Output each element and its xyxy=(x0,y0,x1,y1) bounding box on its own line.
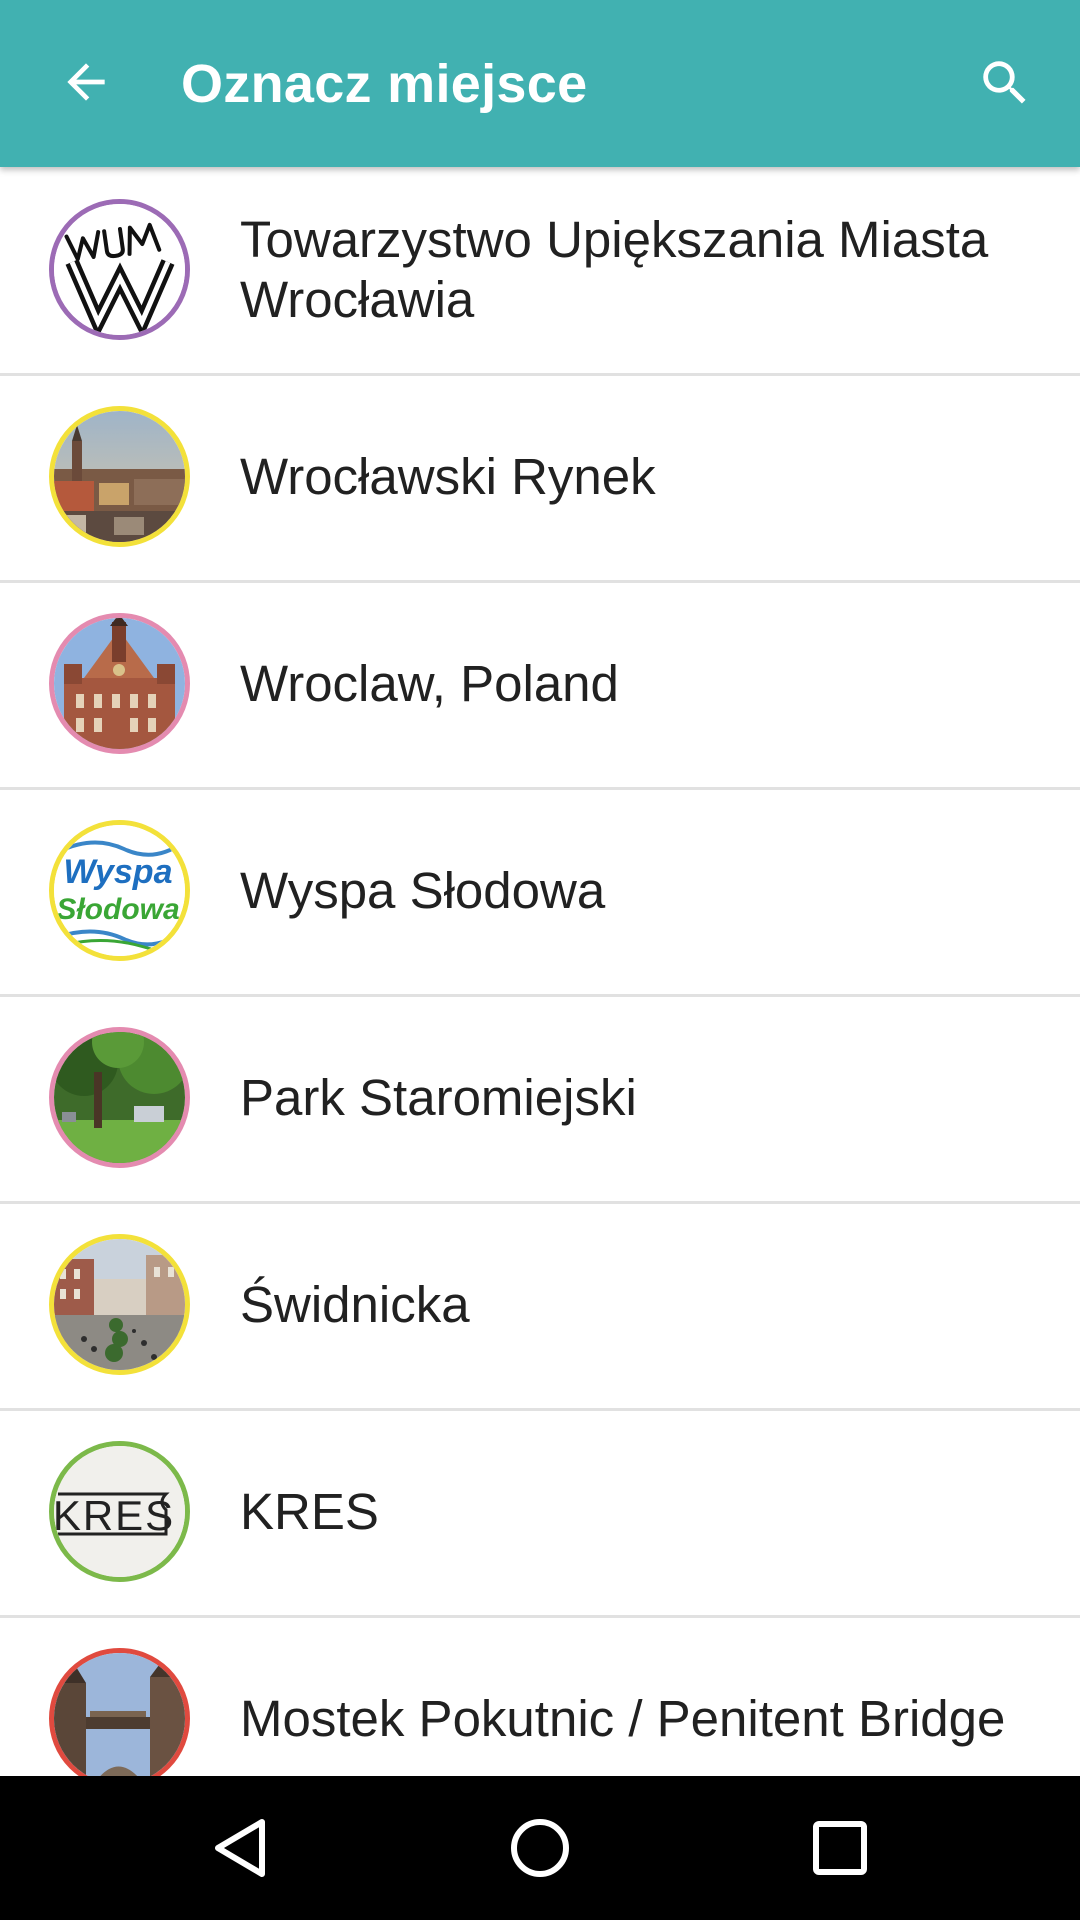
place-name: Świdnicka xyxy=(240,1276,470,1333)
place-name: Wrocławski Rynek xyxy=(240,448,656,505)
place-name: Wyspa Słodowa xyxy=(240,862,606,919)
place-name: Park Staromiejski xyxy=(240,1069,637,1126)
place-item[interactable]: Park Staromiejski xyxy=(0,995,1080,1204)
navigation-bar xyxy=(0,1776,1080,1920)
place-name: Mostek Pokutnic / Penitent Bridge xyxy=(240,1690,1006,1747)
place-item[interactable]: KRES KRES xyxy=(0,1409,1080,1618)
arrow-back-icon[interactable] xyxy=(58,54,114,110)
bridge-photo-icon xyxy=(49,1648,190,1776)
place-item[interactable]: Świdnicka xyxy=(0,1202,1080,1411)
places-list: Towarzystwo Upiększania Miasta Wrocławia… xyxy=(0,167,1080,1776)
nav-home-icon[interactable] xyxy=(504,1812,576,1884)
place-item[interactable]: Wyspa Słodowa Wyspa Słodowa xyxy=(0,788,1080,997)
search-icon[interactable] xyxy=(976,54,1034,112)
wyspa-logo-text-1: Wyspa xyxy=(64,853,173,891)
place-name: Wroclaw, Poland xyxy=(240,655,619,712)
place-name: KRES xyxy=(240,1483,379,1540)
kres-logo-icon: KRES xyxy=(49,1441,190,1582)
kres-logo-text: KRES xyxy=(54,1492,175,1539)
place-item[interactable]: Mostek Pokutnic / Penitent Bridge xyxy=(0,1616,1080,1776)
place-name: Towarzystwo Upiększania Miasta Wrocławia xyxy=(240,211,989,328)
street-photo-icon xyxy=(49,1234,190,1375)
place-item[interactable]: Wroclaw, Poland xyxy=(0,581,1080,790)
park-photo-icon xyxy=(49,1027,190,1168)
place-item[interactable]: Towarzystwo Upiększania Miasta Wrocławia xyxy=(0,167,1080,376)
wyspa-logo-text-2: Słodowa xyxy=(56,893,179,926)
nav-back-icon[interactable] xyxy=(204,1812,276,1884)
tumw-logo-icon xyxy=(49,199,190,340)
app-bar: Oznacz miejsce xyxy=(0,0,1080,167)
nav-recents-icon[interactable] xyxy=(804,1812,876,1884)
page-title: Oznacz miejsce xyxy=(181,54,588,114)
city-panorama-photo-icon xyxy=(49,406,190,547)
town-hall-photo-icon xyxy=(49,613,190,754)
place-item[interactable]: Wrocławski Rynek xyxy=(0,374,1080,583)
wyspa-slodowa-logo-icon: Wyspa Słodowa xyxy=(49,820,190,961)
